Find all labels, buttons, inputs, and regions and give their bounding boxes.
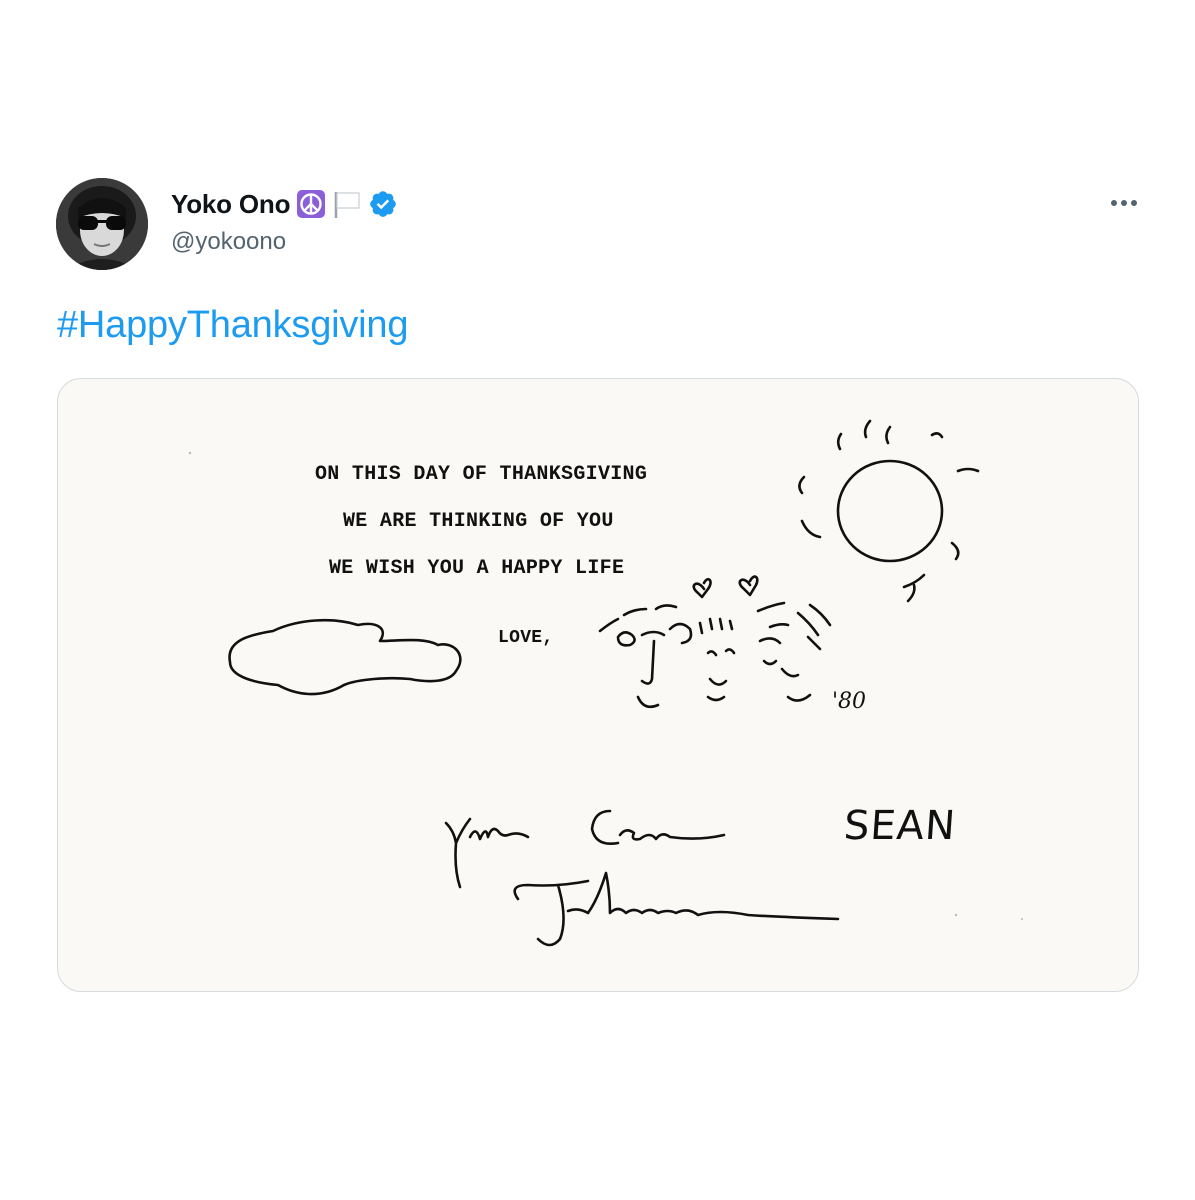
card-line-love: LOVE,	[498, 628, 554, 648]
card-line-2: WE ARE THINKING OF YOU	[343, 510, 614, 533]
yoko-ono-signature	[444, 809, 726, 889]
hashtag-link[interactable]: #HappyThanksgiving	[57, 304, 408, 347]
card-line-1: ON THIS DAY OF THANKSGIVING	[315, 463, 648, 486]
white-flag-icon	[332, 189, 362, 219]
verified-badge-icon[interactable]	[368, 189, 398, 219]
heart-drawing	[692, 577, 712, 599]
name-row: Yoko Ono	[171, 186, 398, 222]
john-lennon-signature	[513, 871, 840, 947]
more-icon	[1111, 200, 1137, 206]
heart-drawing	[738, 575, 759, 597]
cloud-drawing	[228, 618, 462, 696]
more-options-button[interactable]	[1104, 190, 1144, 216]
user-handle[interactable]: @yokoono	[171, 228, 286, 256]
tweet-view: Yoko Ono @yokoono #HappyThanksgiving ON …	[0, 0, 1195, 1200]
card-handwritten-sean: SEAN	[842, 803, 958, 849]
peace-symbol-icon	[296, 189, 326, 219]
family-faces-drawing	[598, 601, 832, 709]
display-name[interactable]: Yoko Ono	[171, 189, 290, 220]
card-year: '80	[832, 689, 867, 714]
avatar[interactable]	[56, 178, 148, 270]
tweet-image-card[interactable]: ON THIS DAY OF THANKSGIVING WE ARE THINK…	[57, 378, 1139, 992]
card-line-3: WE WISH YOU A HAPPY LIFE	[329, 557, 625, 580]
sun-drawing	[798, 419, 980, 603]
